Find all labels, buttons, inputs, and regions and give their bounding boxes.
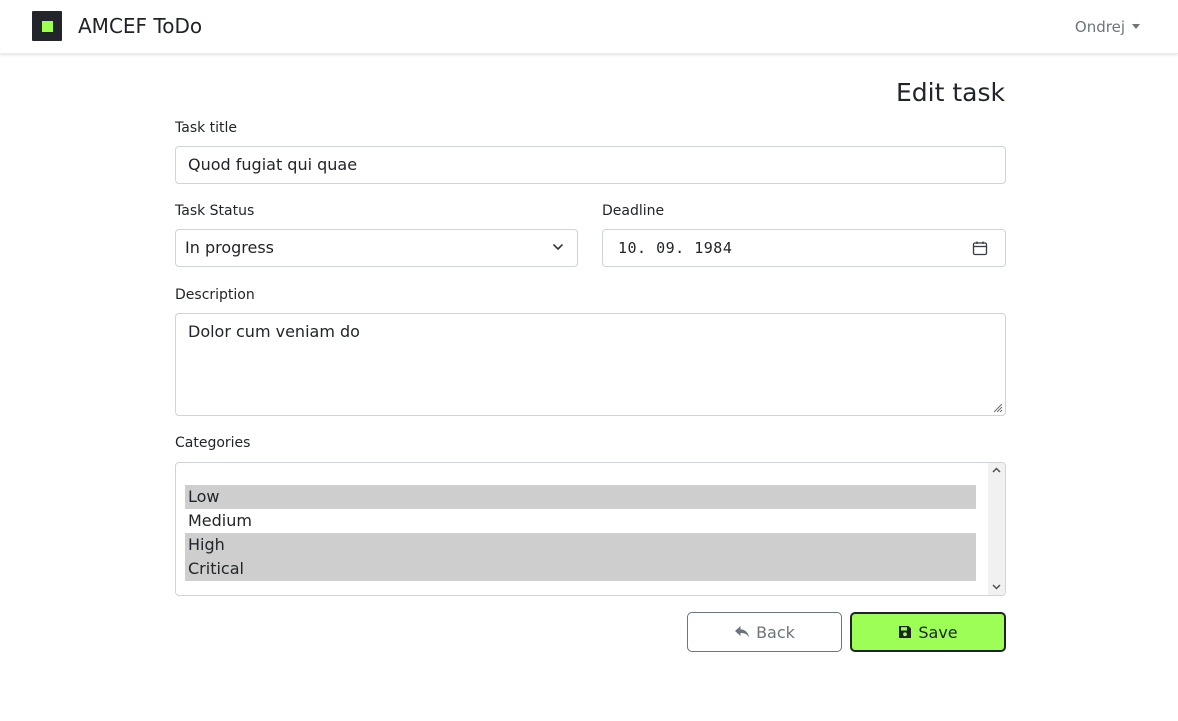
calendar-icon[interactable] xyxy=(972,240,988,256)
user-name: Ondrej xyxy=(1074,18,1125,36)
task-title-value: Quod fugiat qui quae xyxy=(188,155,358,174)
resize-grip-icon[interactable] xyxy=(991,401,1003,413)
task-status-label: Task Status xyxy=(175,203,255,219)
categories-label: Categories xyxy=(175,435,251,451)
caret-down-icon xyxy=(1132,24,1140,29)
brand-title[interactable]: AMCEF ToDo xyxy=(78,13,202,39)
task-status-value: In progress xyxy=(185,238,275,257)
description-label: Description xyxy=(175,287,255,303)
deadline-label: Deadline xyxy=(602,203,665,219)
deadline-date-input[interactable]: 10. 09. 1984 xyxy=(602,229,1006,267)
task-status-select[interactable]: In progress xyxy=(175,229,578,267)
reply-icon xyxy=(735,626,750,638)
floppy-disk-icon xyxy=(899,626,912,638)
task-title-input[interactable]: Quod fugiat qui quae xyxy=(175,146,1006,184)
deadline-value: 10. 09. 1984 xyxy=(618,239,733,257)
top-navbar: AMCEF ToDo Ondrej xyxy=(0,0,1178,54)
category-option-medium[interactable]: Medium xyxy=(185,509,976,533)
category-option-low[interactable]: Low xyxy=(185,485,976,509)
categories-scrollbar[interactable] xyxy=(988,463,1005,595)
scroll-down-icon[interactable] xyxy=(992,582,1001,591)
save-button-label: Save xyxy=(918,622,958,642)
task-title-label: Task title xyxy=(175,120,238,136)
category-option-critical[interactable]: Critical xyxy=(185,557,976,581)
description-value: Dolor cum veniam do xyxy=(188,322,360,341)
category-option-high[interactable]: High xyxy=(185,533,976,557)
back-button-label: Back xyxy=(756,622,795,642)
description-textarea[interactable]: Dolor cum veniam do xyxy=(175,313,1006,416)
user-menu-dropdown[interactable]: Ondrej xyxy=(1075,17,1140,37)
chevron-down-icon xyxy=(553,244,563,250)
save-button[interactable]: Save xyxy=(850,612,1006,652)
scroll-up-icon[interactable] xyxy=(992,466,1001,475)
page-title: Edit task xyxy=(896,78,1005,107)
categories-multiselect[interactable]: Low Medium High Critical xyxy=(175,462,1006,596)
brand-logo[interactable] xyxy=(32,11,62,41)
back-button[interactable]: Back xyxy=(687,612,842,652)
